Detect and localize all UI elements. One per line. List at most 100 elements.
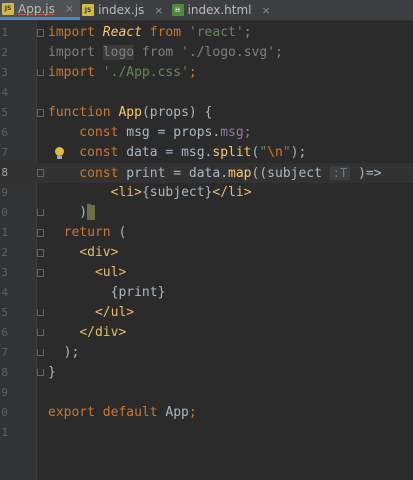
code-text: <div>: [48, 243, 118, 263]
tab-label: App.js: [18, 1, 55, 16]
code-text: )▌: [48, 203, 95, 223]
js-file-icon: JS: [2, 2, 14, 15]
code-token: from: [134, 45, 182, 60]
code-token: map: [228, 166, 252, 181]
code-text: </div>: [48, 323, 126, 343]
code-line[interactable]: 7 );: [0, 343, 413, 363]
line-number: 3: [1, 66, 8, 79]
code-token: ;: [188, 65, 197, 80]
fold-end-icon[interactable]: [37, 369, 44, 376]
line-number: 0: [1, 206, 8, 219]
close-tab-icon[interactable]: ×: [262, 4, 271, 17]
tab-app-js[interactable]: JS App.js ×: [0, 0, 81, 20]
js-file-icon: JS: [82, 4, 95, 16]
code-line[interactable]: 9 <li>{subject}</li>: [0, 183, 413, 203]
code-line[interactable]: 6 </div>: [0, 323, 413, 343]
code-token: './logo.svg': [181, 45, 275, 60]
code-token: {subject}: [141, 185, 213, 200]
code-token: const: [48, 166, 127, 181]
code-token: ;: [188, 405, 197, 420]
code-text: const data = msg.split("\n");: [48, 143, 306, 163]
line-number: 2: [1, 246, 8, 259]
close-tab-icon[interactable]: ×: [65, 2, 74, 15]
code-line[interactable]: 4 {print}: [0, 283, 413, 303]
code-token: {print}: [48, 285, 166, 300]
fold-expand-icon[interactable]: [37, 249, 44, 257]
line-number: 9: [1, 386, 8, 399]
code-text: </ul>: [48, 303, 134, 323]
fold-expand-icon[interactable]: [37, 109, 44, 117]
code-text: import React from 'react';: [48, 23, 252, 43]
code-token: </div>: [79, 325, 127, 340]
code-line[interactable]: 5 function App(props) {: [0, 103, 413, 123]
line-number: 7: [1, 346, 8, 359]
fold-expand-icon[interactable]: [37, 229, 44, 237]
code-token: ;: [275, 45, 283, 60]
code-text: {print}: [48, 283, 166, 303]
fold-expand-icon[interactable]: [37, 29, 44, 37]
line-number: 1: [1, 26, 8, 39]
code-line[interactable]: 0 )▌: [0, 203, 413, 223]
close-tab-icon[interactable]: ×: [154, 4, 163, 17]
code-line[interactable]: 1 import React from 'react';: [0, 23, 413, 43]
code-line[interactable]: 9: [0, 383, 413, 403]
code-token: (: [118, 225, 127, 240]
fold-expand-icon[interactable]: [37, 169, 44, 177]
lightbulb-icon[interactable]: [54, 147, 64, 159]
line-number: 8: [1, 166, 8, 179]
code-line[interactable]: 8 const print = data.map((subject :T )=>: [0, 163, 413, 183]
line-number: 5: [1, 106, 8, 119]
fold-end-icon[interactable]: [37, 309, 44, 316]
editor-tab-bar: JS App.js × JS index.js × Hindex.html ×: [0, 0, 413, 21]
code-token: App: [118, 105, 142, 120]
code-token: }: [48, 365, 56, 380]
code-line[interactable]: 4: [0, 83, 413, 103]
code-token: './App.css': [102, 65, 189, 80]
code-editor[interactable]: 1 import React from 'react'; 2 import logo …: [0, 21, 413, 480]
code-token: ": [282, 145, 291, 160]
code-token: print = data.: [126, 166, 229, 181]
code-line[interactable]: 2 <div>: [0, 243, 413, 263]
code-line[interactable]: 0 export default App;: [0, 403, 413, 423]
code-text: );: [48, 343, 80, 363]
line-number: 1: [1, 226, 8, 239]
line-number: 6: [1, 326, 8, 339]
line-number: 4: [1, 286, 8, 299]
code-line[interactable]: 3 <ul>: [0, 263, 413, 283]
code-line[interactable]: 6 const msg = props.msg;: [0, 123, 413, 143]
code-text: const print = data.map((subject :T )=>: [48, 163, 382, 184]
line-number: 0: [1, 406, 8, 419]
code-token: <li>: [110, 185, 142, 200]
line-number: 6: [1, 126, 8, 139]
tab-index-html[interactable]: Hindex.html ×: [170, 0, 277, 20]
code-token: (props) {: [141, 105, 213, 120]
tab-label: index.js: [98, 3, 145, 17]
fold-end-icon[interactable]: [37, 209, 44, 216]
code-token: msg = props.: [126, 125, 221, 140]
code-line[interactable]: 5 </ul>: [0, 303, 413, 323]
fold-expand-icon[interactable]: [37, 269, 44, 277]
code-token: <div>: [79, 245, 119, 260]
code-text: <li>{subject}</li>: [48, 183, 252, 203]
code-line[interactable]: 1: [0, 423, 413, 443]
code-line[interactable]: 3 import './App.css';: [0, 63, 413, 83]
code-token: return: [48, 225, 119, 240]
tab-index-js[interactable]: JS index.js ×: [80, 0, 169, 20]
line-number: 4: [1, 86, 8, 99]
line-number: 5: [1, 306, 8, 319]
code-token: 'react': [188, 25, 244, 40]
fold-end-icon[interactable]: [37, 329, 44, 336]
code-token: msg: [220, 125, 244, 140]
fold-end-icon[interactable]: [37, 349, 44, 356]
line-number: 8: [1, 366, 8, 379]
code-line[interactable]: 2 import logo from './logo.svg';: [0, 43, 413, 63]
code-token: :T: [329, 166, 351, 180]
fold-end-icon[interactable]: [37, 69, 44, 76]
line-number: 2: [1, 46, 8, 59]
code-line[interactable]: 1 return (: [0, 223, 413, 243]
code-text: <ul>: [48, 263, 126, 283]
code-token: ;: [243, 125, 252, 140]
code-line[interactable]: 8}: [0, 363, 413, 383]
code-text: return (: [48, 223, 127, 243]
